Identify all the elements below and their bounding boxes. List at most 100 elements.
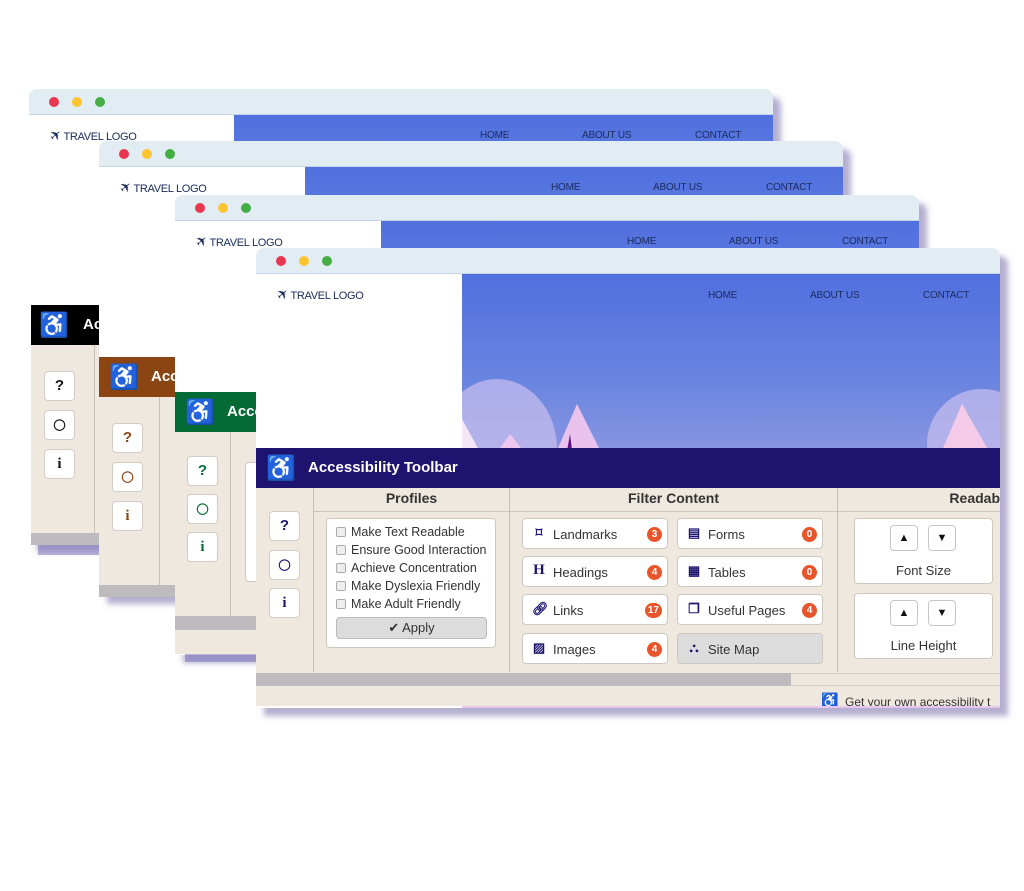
column-divider: [509, 488, 510, 672]
nav-contact[interactable]: CONTACT: [766, 182, 812, 193]
nav-home[interactable]: HOME: [708, 290, 737, 301]
heading-icon: H: [533, 562, 545, 578]
maximize-dot-icon[interactable]: [322, 256, 332, 266]
checkbox[interactable]: [336, 563, 346, 573]
window-titlebar: [29, 89, 773, 115]
feedback-button[interactable]: ◯: [269, 550, 300, 580]
checkbox[interactable]: [336, 527, 346, 537]
checkbox[interactable]: [336, 599, 346, 609]
line-height-increase-button[interactable]: ▲: [890, 600, 918, 626]
profile-option[interactable]: Achieve Concentration: [336, 561, 477, 575]
pages-icon: ❐: [688, 601, 700, 616]
font-size-increase-button[interactable]: ▲: [890, 525, 918, 551]
question-icon: ?: [54, 377, 65, 394]
filter-landmarks-button[interactable]: ⌑ Landmarks 3: [522, 518, 668, 549]
form-icon: ▤: [687, 525, 701, 540]
chevron-up-icon: ▲: [898, 532, 910, 544]
toolbar-title: Acc: [151, 368, 177, 385]
window-shadow: [185, 654, 257, 662]
nav-home[interactable]: HOME: [551, 182, 580, 193]
profile-option[interactable]: Make Text Readable: [336, 525, 465, 539]
column-divider: [230, 432, 231, 622]
info-button[interactable]: i: [112, 501, 143, 531]
question-icon: ?: [122, 429, 133, 446]
profile-option[interactable]: Make Adult Friendly: [336, 597, 461, 611]
column-divider: [837, 488, 838, 672]
maximize-dot-icon[interactable]: [165, 149, 175, 159]
nav-contact[interactable]: CONTACT: [923, 290, 969, 301]
window-titlebar: [256, 248, 1000, 274]
horizontal-scrollbar[interactable]: [175, 616, 257, 630]
minimize-dot-icon[interactable]: [218, 203, 228, 213]
filter-headings-button[interactable]: H Headings 4: [522, 556, 668, 587]
close-dot-icon[interactable]: [49, 97, 59, 107]
accessibility-toolbar-brown: ♿ Acc ? ◯ i: [99, 357, 177, 597]
accessibility-toolbar-black: ♿ Ac ? ◯ i: [31, 305, 101, 545]
feedback-button[interactable]: ◯: [44, 410, 75, 440]
info-icon: i: [125, 508, 130, 524]
footer-wheelchair-icon: ♿: [821, 692, 839, 706]
toolbar-header: ♿ Accessibility Toolbar: [256, 448, 1000, 488]
feedback-button[interactable]: ◯: [112, 462, 143, 492]
maximize-dot-icon[interactable]: [95, 97, 105, 107]
count-badge: 4: [802, 603, 817, 618]
nav-about[interactable]: ABOUT US: [653, 182, 703, 193]
horizontal-scrollbar[interactable]: [256, 673, 791, 686]
filter-links-button[interactable]: 🔗︎ Links 17: [522, 594, 668, 625]
minimize-dot-icon[interactable]: [299, 256, 309, 266]
info-button[interactable]: i: [187, 532, 218, 562]
filter-images-button[interactable]: ▨ Images 4: [522, 633, 668, 664]
bookmark-icon: ⌑: [535, 525, 543, 540]
help-button[interactable]: ?: [44, 371, 75, 401]
section-title-filter: Filter Content: [510, 488, 837, 512]
feedback-button[interactable]: ◯: [187, 494, 218, 524]
speech-bubble-icon: ◯: [278, 559, 291, 571]
speech-bubble-icon: ◯: [121, 471, 134, 483]
font-size-decrease-button[interactable]: ▼: [928, 525, 956, 551]
mountains-illustration: [462, 379, 1000, 454]
apply-button[interactable]: ✔ Apply: [336, 617, 487, 639]
help-button[interactable]: ?: [269, 511, 300, 541]
image-icon: ▨: [532, 640, 546, 655]
checkbox[interactable]: [336, 581, 346, 591]
help-button[interactable]: ?: [112, 423, 143, 453]
footer-promo-link[interactable]: Get your own accessibility t: [845, 695, 990, 706]
profile-option[interactable]: Make Dyslexia Friendly: [336, 579, 480, 593]
filter-useful-pages-button[interactable]: ❐ Useful Pages 4: [677, 594, 823, 625]
filter-forms-button[interactable]: ▤ Forms 0: [677, 518, 823, 549]
nav-about[interactable]: ABOUT US: [582, 130, 632, 141]
nav-about[interactable]: ABOUT US: [810, 290, 860, 301]
accessibility-toolbar: ♿ Accessibility Toolbar ? ◯ i Profiles F…: [256, 448, 1000, 706]
minimize-dot-icon[interactable]: [142, 149, 152, 159]
nav-about[interactable]: ABOUT US: [729, 236, 779, 247]
toolbar-header: ♿ Acce: [175, 392, 257, 432]
close-dot-icon[interactable]: [195, 203, 205, 213]
minimize-dot-icon[interactable]: [72, 97, 82, 107]
speech-bubble-icon: ◯: [53, 419, 66, 431]
nav-home[interactable]: HOME: [627, 236, 656, 247]
nav-contact[interactable]: CONTACT: [842, 236, 888, 247]
profile-option[interactable]: Ensure Good Interaction: [336, 543, 487, 557]
close-dot-icon[interactable]: [276, 256, 286, 266]
site-logo[interactable]: ✈TRAVEL LOGO: [273, 284, 364, 304]
site-logo[interactable]: ✈TRAVEL LOGO: [116, 177, 207, 197]
filter-site-map-button[interactable]: ⛬ Site Map: [677, 633, 823, 664]
scrollbar-track[interactable]: [791, 673, 1000, 686]
help-button[interactable]: ?: [187, 456, 218, 486]
close-dot-icon[interactable]: [119, 149, 129, 159]
checkbox[interactable]: [336, 545, 346, 555]
section-title-profiles: Profiles: [314, 488, 509, 512]
nav-contact[interactable]: CONTACT: [695, 130, 741, 141]
profiles-box: Make Text Readable Ensure Good Interacti…: [326, 518, 496, 648]
info-button[interactable]: i: [269, 588, 300, 618]
count-badge: 0: [802, 527, 817, 542]
count-badge: 3: [647, 527, 662, 542]
nav-home[interactable]: HOME: [480, 130, 509, 141]
horizontal-scrollbar[interactable]: [31, 533, 101, 545]
horizontal-scrollbar[interactable]: [99, 585, 177, 597]
filter-tables-button[interactable]: ▦ Tables 0: [677, 556, 823, 587]
info-button[interactable]: i: [44, 449, 75, 479]
font-size-label: Font Size: [896, 563, 951, 578]
maximize-dot-icon[interactable]: [241, 203, 251, 213]
line-height-decrease-button[interactable]: ▼: [928, 600, 956, 626]
